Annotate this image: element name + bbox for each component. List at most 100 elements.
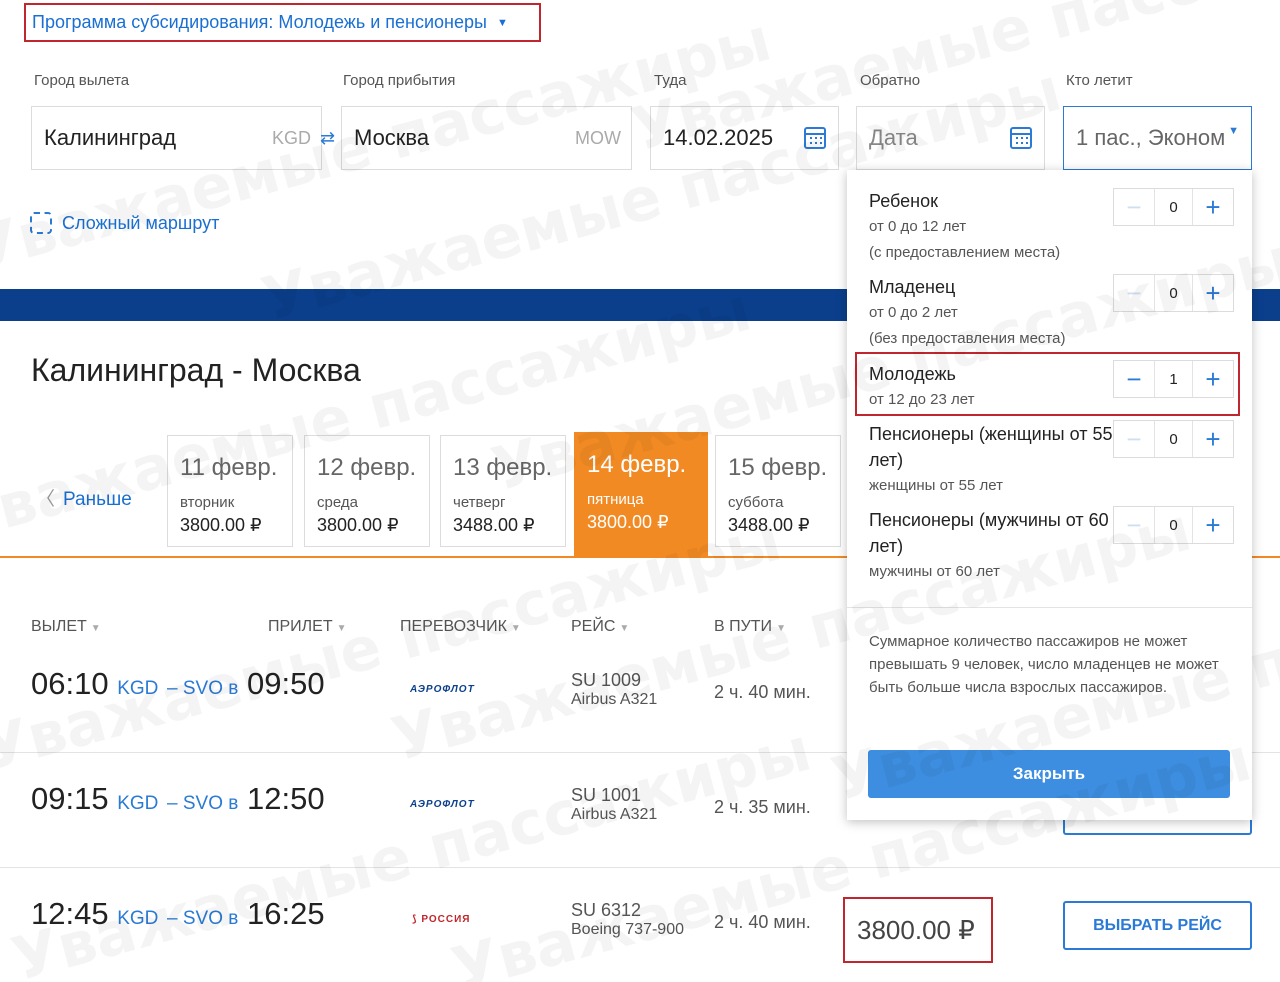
to-city-field[interactable]: Москва MOW	[341, 106, 632, 170]
pensioner-women-count: 0	[1154, 421, 1193, 457]
depart-date-value: 14.02.2025	[663, 125, 774, 150]
to-city-value: Москва	[354, 125, 430, 150]
return-date-field[interactable]: Дата	[856, 106, 1045, 170]
date-price: 3800.00 ₽	[180, 515, 262, 535]
sort-icon: ▼	[90, 623, 101, 634]
plus-button[interactable]: +	[1193, 189, 1233, 225]
minus-button[interactable]: −	[1114, 421, 1154, 457]
sort-icon: ▼	[619, 623, 630, 634]
plus-button[interactable]: +	[1193, 421, 1233, 457]
plus-button[interactable]: +	[1193, 507, 1233, 543]
chevron-left-icon: 〈	[36, 489, 56, 510]
to-city-code: MOW	[575, 127, 621, 148]
flight-times: 06:10 KGD – SVO в 09:50	[31, 666, 325, 702]
close-button[interactable]: Закрыть	[868, 750, 1230, 798]
column-carrier-label: ПЕРЕВОЗЧИК	[400, 618, 507, 635]
pax-label: Кто летит	[1066, 72, 1133, 89]
sort-icon: ▼	[336, 623, 347, 634]
chevron-down-icon: ▼	[1228, 125, 1239, 137]
pax-age: от 0 до 2 лет	[869, 304, 958, 321]
date-card[interactable]: 13 февр. четверг 3488.00 ₽	[440, 435, 566, 547]
arr-time: 09:50	[246, 666, 325, 701]
column-carrier[interactable]: ПЕРЕВОЗЧИК ▼	[400, 618, 521, 636]
column-duration[interactable]: В ПУТИ ▼	[714, 618, 786, 636]
pax-title: Пенсионеры (мужчины от 60 лет)	[869, 510, 1109, 556]
dep-code: KGD	[117, 678, 159, 699]
flight-number: SU 6312	[571, 900, 642, 920]
infant-count: 0	[1154, 275, 1193, 311]
date-weekday: среда	[317, 494, 358, 511]
date-card[interactable]: 12 февр. среда 3800.00 ₽	[304, 435, 430, 547]
arr-time: 16:25	[246, 896, 325, 931]
subsidy-program-selector[interactable]: Программа субсидирования: Молодежь и пен…	[24, 3, 541, 42]
date-weekday: суббота	[728, 494, 784, 511]
airline-logo: АЭРОФЛОТ	[410, 799, 475, 810]
from-city-value: Калининград	[44, 125, 177, 150]
flight-row: 12:45 KGD – SVO в 16:25 ⟆ РОССИЯ SU 6312…	[0, 868, 1280, 982]
dep-code: KGD	[117, 908, 159, 929]
to-label: Город прибытия	[343, 72, 456, 89]
route-icon	[30, 212, 52, 234]
column-flight[interactable]: РЕЙС ▼	[571, 618, 629, 636]
pax-title: Младенец	[869, 277, 956, 297]
date-price: 3488.00 ₽	[728, 515, 810, 535]
dep-code: KGD	[117, 793, 159, 814]
route-title: Калининград - Москва	[31, 352, 361, 388]
date-price: 3800.00 ₽	[317, 515, 399, 535]
program-label: Программа субсидирования: Молодежь и пен…	[32, 12, 487, 32]
complex-route-label: Сложный маршрут	[62, 212, 220, 233]
page: Программа субсидирования: Молодежь и пен…	[0, 0, 1280, 982]
earlier-dates-button[interactable]: 〈 Раньше	[36, 484, 132, 511]
minus-button[interactable]: −	[1114, 275, 1154, 311]
minus-button[interactable]: −	[1114, 507, 1154, 543]
swap-cities-icon[interactable]: ⇄	[320, 128, 335, 149]
plus-button[interactable]: +	[1193, 275, 1233, 311]
flight-times: 09:15 KGD – SVO в 12:50	[31, 781, 325, 817]
depart-date-field[interactable]: 14.02.2025	[650, 106, 839, 170]
column-flight-label: РЕЙС	[571, 618, 616, 635]
date-weekday: пятница	[587, 491, 644, 508]
date-card[interactable]: 15 февр. суббота 3488.00 ₽	[715, 435, 841, 547]
complex-route-link[interactable]: Сложный маршрут	[30, 212, 219, 234]
chevron-down-icon: ▼	[496, 16, 508, 29]
date-weekday: вторник	[180, 494, 235, 511]
youth-highlight	[855, 352, 1240, 416]
pensioner-men-count: 0	[1154, 507, 1193, 543]
dep-time: 09:15	[31, 781, 109, 816]
infant-stepper: − 0 +	[1113, 274, 1234, 312]
flight-info: SU 1001 Airbus A321	[571, 785, 657, 825]
select-flight-button[interactable]: ВЫБРАТЬ РЕЙС	[1063, 901, 1252, 950]
pax-title: Ребенок	[869, 191, 938, 211]
column-arrival[interactable]: ПРИЛЕТ ▼	[268, 618, 347, 636]
date-price: 3800.00 ₽	[587, 512, 669, 532]
column-departure[interactable]: ВЫЛЕТ ▼	[31, 618, 101, 636]
pax-title: Пенсионеры (женщины от 55 лет)	[869, 424, 1113, 470]
child-stepper: − 0 +	[1113, 188, 1234, 226]
minus-button[interactable]: −	[1114, 189, 1154, 225]
route-sep: – SVO в	[167, 908, 239, 929]
aircraft: Airbus A321	[571, 806, 658, 823]
date-card[interactable]: 11 февр. вторник 3800.00 ₽	[167, 435, 293, 547]
pax-age: от 0 до 12 лет	[869, 218, 967, 235]
airline-logo: ⟆ РОССИЯ	[412, 914, 471, 925]
pax-pensioner-men: Пенсионеры (мужчины от 60 лет) мужчины о…	[869, 507, 1119, 585]
aircraft: Boeing 737-900	[571, 921, 684, 938]
from-city-field[interactable]: Калининград KGD	[31, 106, 322, 170]
flight-price: 3800.00 ₽	[843, 897, 993, 963]
return-date-placeholder: Дата	[869, 125, 918, 150]
from-label: Город вылета	[34, 72, 130, 89]
dep-time: 06:10	[31, 666, 109, 701]
pensioner-women-stepper: − 0 +	[1113, 420, 1234, 458]
calendar-icon	[1010, 127, 1032, 149]
pax-note: (с предоставлением места)	[869, 244, 1061, 261]
earlier-label: Раньше	[63, 489, 132, 510]
sort-icon: ▼	[776, 623, 786, 634]
route-sep: – SVO в	[167, 793, 239, 814]
date-card-active[interactable]: 14 февр. пятница 3800.00 ₽	[574, 432, 708, 558]
flight-number: SU 1001	[571, 785, 642, 805]
pensioner-men-stepper: − 0 +	[1113, 506, 1234, 544]
passengers-field[interactable]: 1 пас., Эконом ▼	[1063, 106, 1252, 170]
date-day: 11 февр.	[180, 454, 278, 481]
child-count: 0	[1154, 189, 1193, 225]
route-sep: – SVO в	[167, 678, 239, 699]
